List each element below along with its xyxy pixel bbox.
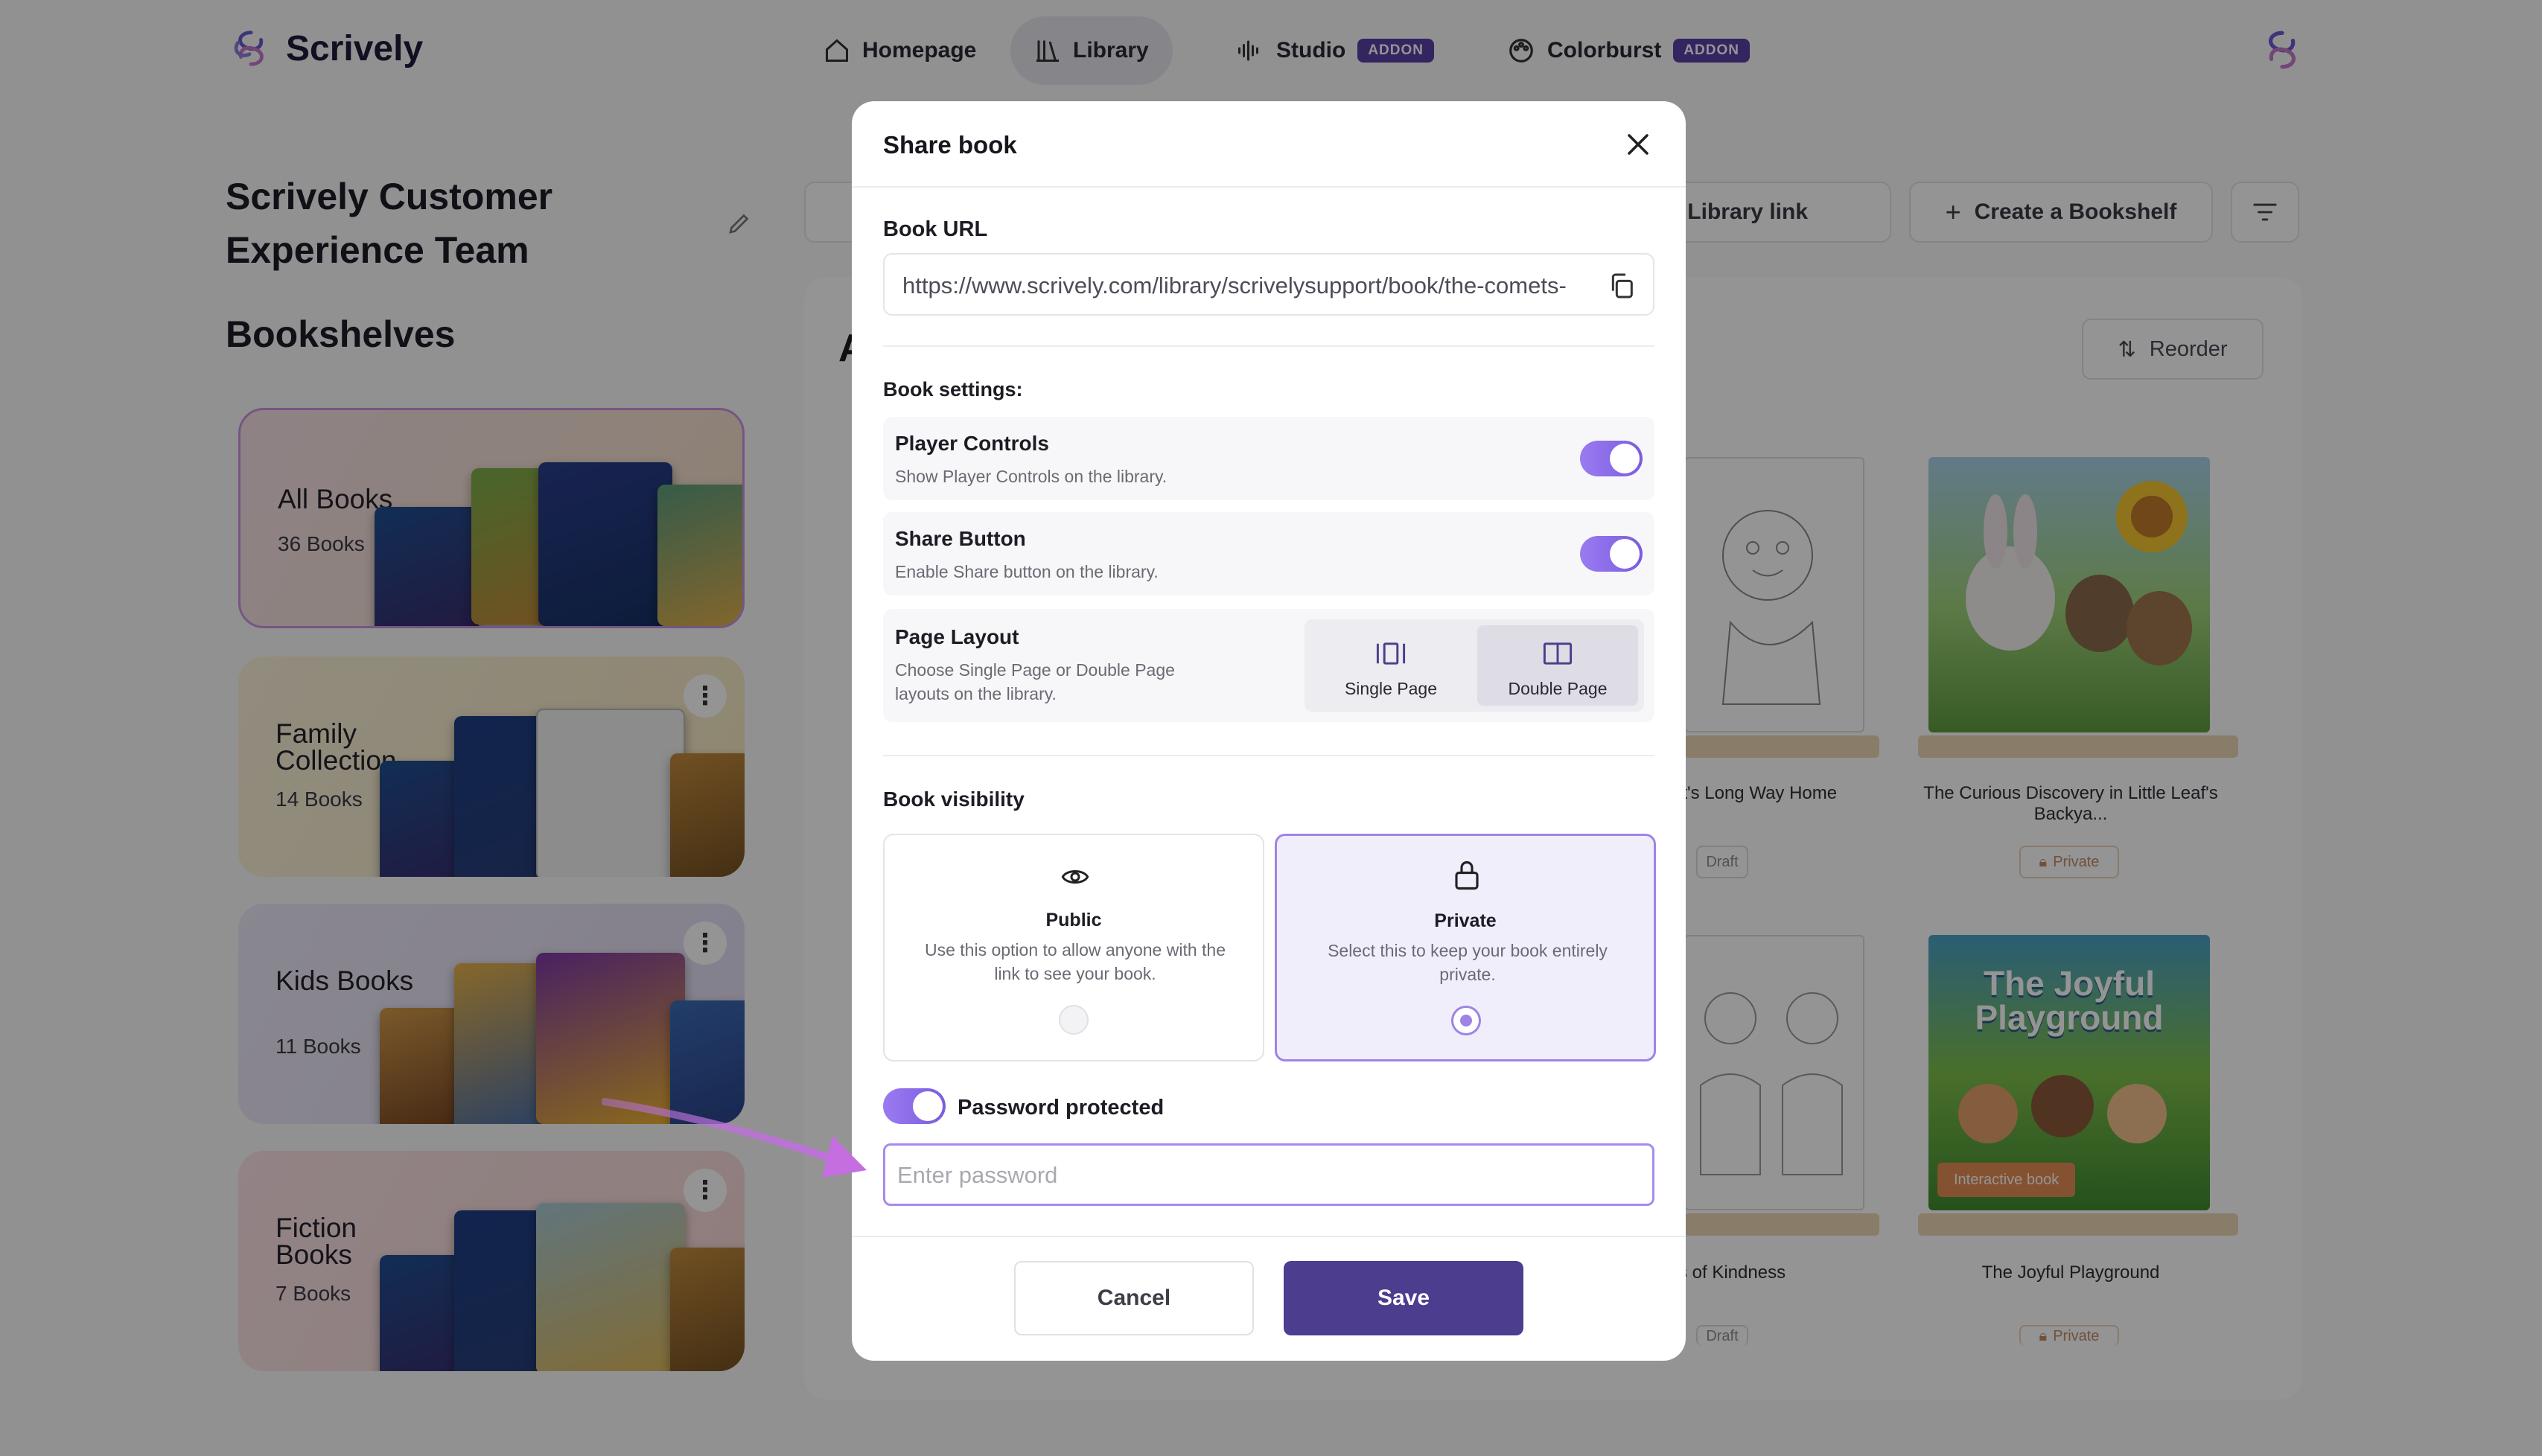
- double-page-icon: [1543, 642, 1573, 665]
- save-label: Save: [1377, 1286, 1430, 1310]
- setting-page-layout: Page Layout Choose Single Page or Double…: [883, 609, 1654, 722]
- password-input[interactable]: [897, 1156, 1634, 1195]
- dialog-footer-divider: [852, 1236, 1686, 1237]
- cancel-button[interactable]: Cancel: [1014, 1261, 1254, 1335]
- private-radio[interactable]: [1451, 1006, 1481, 1035]
- visibility-private-option[interactable]: Private Select this to keep your book en…: [1275, 834, 1656, 1061]
- visibility-public-option[interactable]: Public Use this option to allow anyone w…: [883, 834, 1264, 1061]
- setting-share-button: Share Button Enable Share button on the …: [883, 512, 1654, 596]
- divider: [883, 755, 1654, 756]
- password-protected-toggle[interactable]: [883, 1088, 946, 1124]
- double-page-option[interactable]: Double Page: [1477, 625, 1638, 706]
- public-description: Use this option to allow anyone with the…: [924, 940, 1226, 983]
- single-page-option[interactable]: Single Page: [1310, 625, 1471, 706]
- cancel-label: Cancel: [1097, 1286, 1171, 1310]
- annotation-arrow-icon: [602, 1098, 867, 1178]
- single-page-icon: [1376, 642, 1406, 665]
- private-description: Select this to keep your book entirely p…: [1328, 941, 1608, 984]
- book-url-field[interactable]: https://www.scrively.com/library/scrivel…: [883, 253, 1654, 316]
- page-layout-selector: Single Page Double Page: [1305, 619, 1644, 712]
- setting-title: Share Button: [895, 527, 1026, 550]
- share-book-dialog: Share book Book URL https://www.scrively…: [852, 101, 1686, 1361]
- setting-title: Page Layout: [895, 625, 1019, 648]
- close-icon[interactable]: [1625, 131, 1651, 158]
- public-title: Public: [1045, 910, 1102, 930]
- private-title: Private: [1434, 910, 1497, 931]
- single-page-label: Single Page: [1344, 679, 1438, 698]
- setting-title: Player Controls: [895, 432, 1049, 455]
- copy-icon[interactable]: [1607, 271, 1637, 301]
- dialog-header: Share book: [852, 101, 1686, 188]
- public-radio[interactable]: [1059, 1005, 1089, 1035]
- book-visibility-label: Book visibility: [883, 788, 1025, 811]
- setting-description: Show Player Controls on the library.: [895, 467, 1168, 486]
- book-settings-label: Book settings:: [883, 378, 1023, 400]
- password-protected-label: Password protected: [958, 1096, 1165, 1120]
- lock-icon: [1455, 860, 1479, 890]
- player-controls-toggle[interactable]: [1580, 441, 1643, 476]
- save-button[interactable]: Save: [1284, 1261, 1523, 1335]
- double-page-label: Double Page: [1508, 679, 1608, 698]
- dialog-title: Share book: [883, 131, 1017, 159]
- password-field[interactable]: [883, 1143, 1654, 1206]
- setting-description: Choose Single Page or Double Page layout…: [895, 660, 1175, 703]
- divider: [883, 345, 1654, 347]
- book-url-value: https://www.scrively.com/library/scrivel…: [902, 272, 1567, 298]
- book-url-label: Book URL: [883, 217, 988, 241]
- share-button-toggle[interactable]: [1580, 536, 1643, 572]
- eye-icon: [1061, 870, 1089, 884]
- setting-player-controls: Player Controls Show Player Controls on …: [883, 417, 1654, 500]
- setting-description: Enable Share button on the library.: [895, 562, 1159, 581]
